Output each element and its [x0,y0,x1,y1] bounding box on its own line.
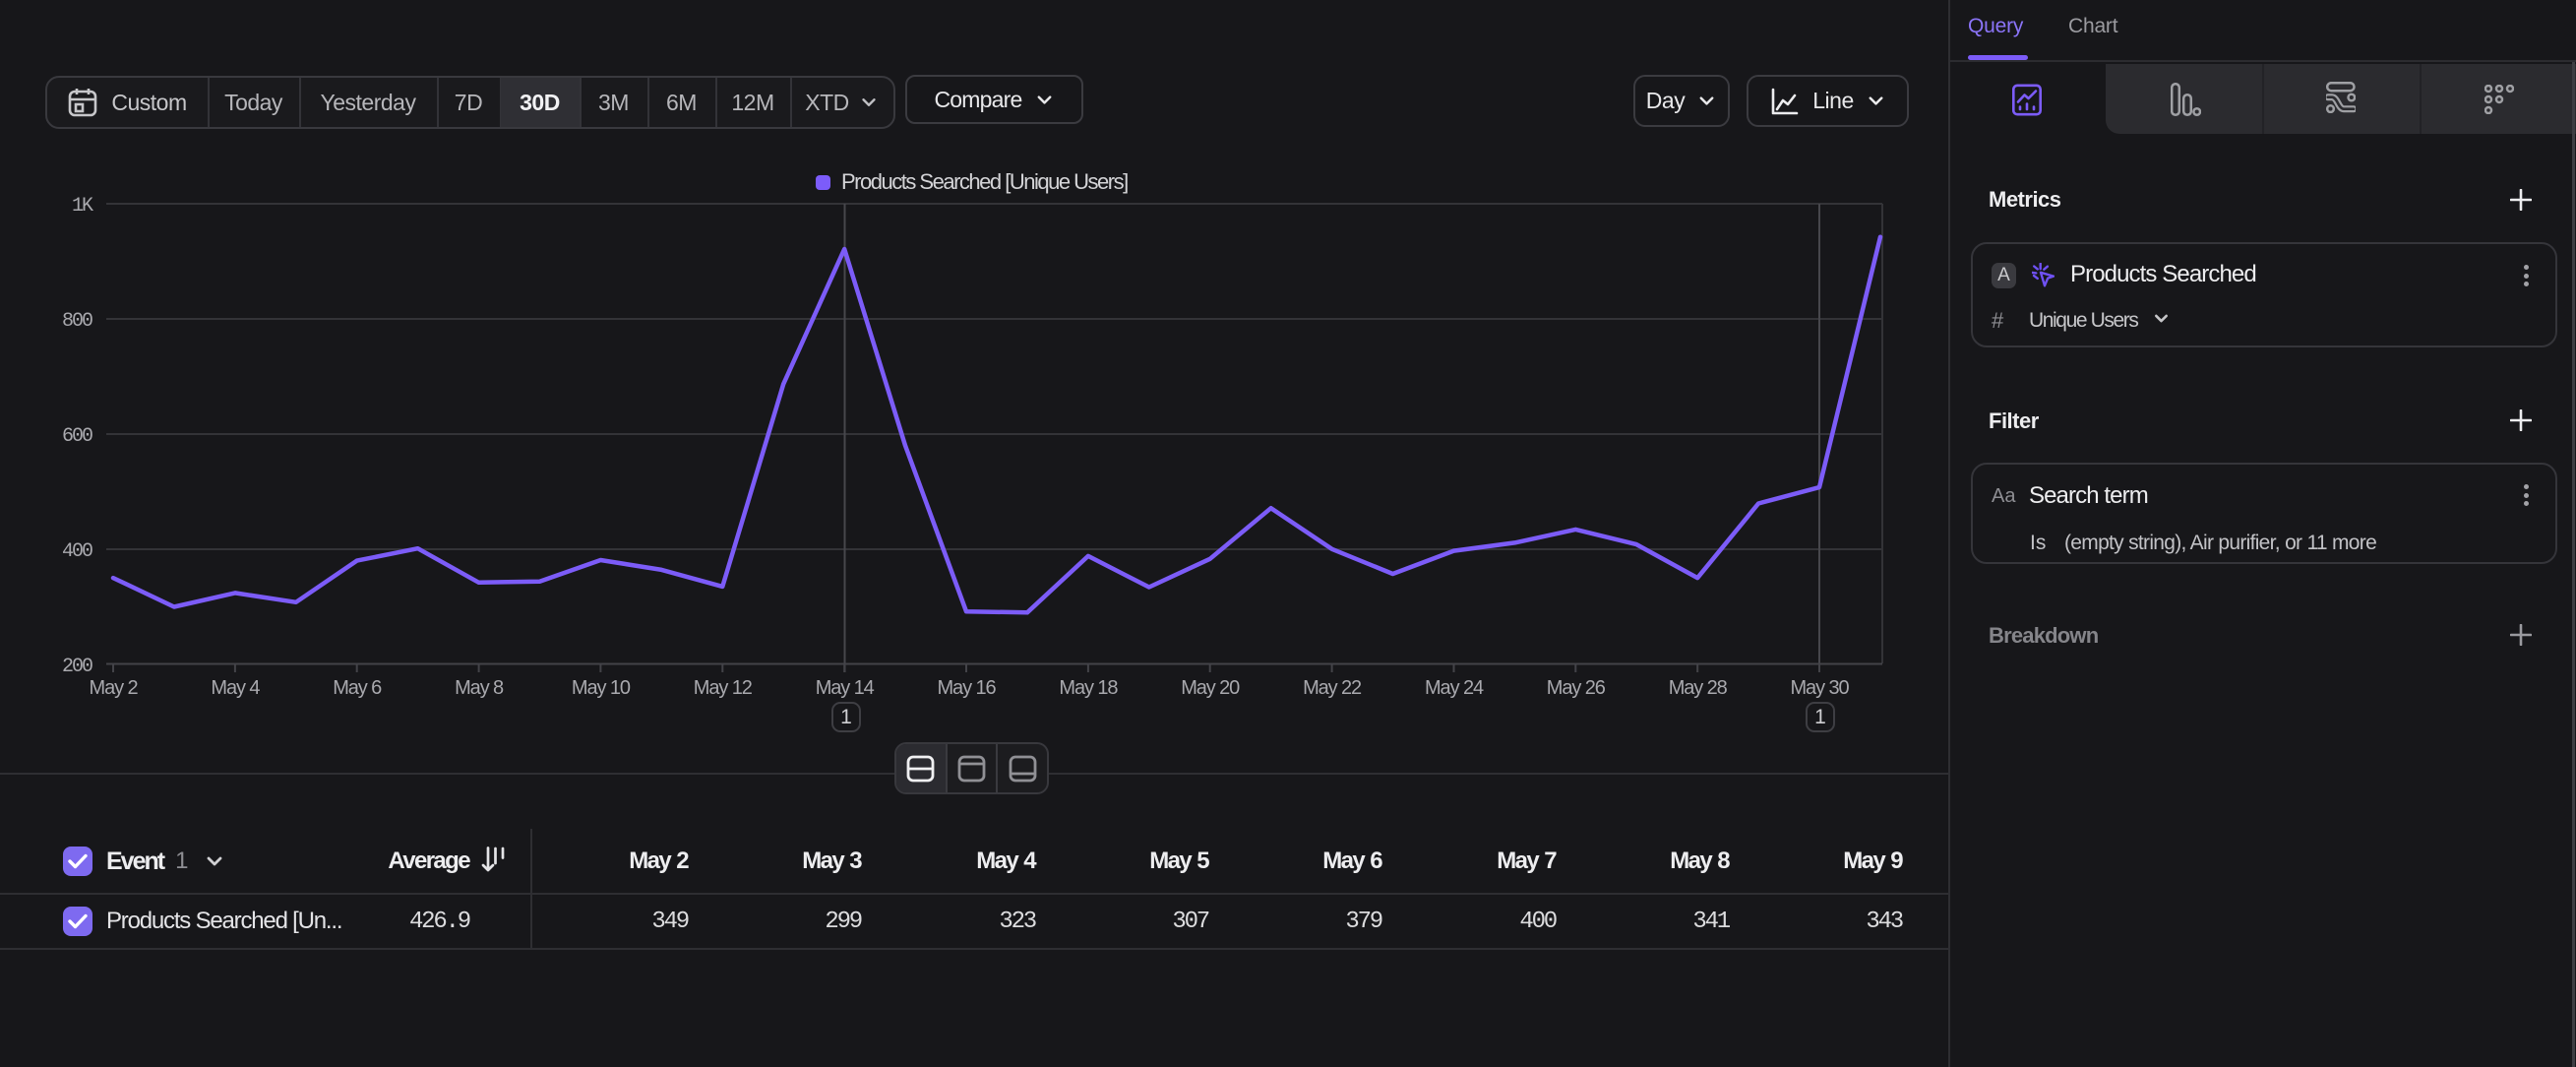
svg-text:May 28: May 28 [1669,677,1728,699]
svg-text:May 20: May 20 [1181,677,1240,699]
svg-text:May 26: May 26 [1547,677,1606,699]
svg-text:May 30: May 30 [1791,677,1850,699]
svg-text:May 14: May 14 [816,677,875,699]
svg-text:800: 800 [62,310,92,333]
svg-text:1K: 1K [72,195,93,218]
svg-text:600: 600 [62,425,92,448]
svg-text:May 24: May 24 [1425,677,1484,699]
svg-text:May 4: May 4 [211,677,260,699]
svg-text:May 12: May 12 [694,677,753,699]
svg-text:May 6: May 6 [333,677,382,699]
svg-text:May 18: May 18 [1059,677,1118,699]
svg-text:May 2: May 2 [90,677,139,699]
svg-text:May 22: May 22 [1303,677,1362,699]
svg-text:400: 400 [62,540,92,563]
svg-text:May 10: May 10 [572,677,631,699]
svg-text:200: 200 [62,656,92,678]
svg-text:May 8: May 8 [455,677,504,699]
svg-text:May 16: May 16 [938,677,997,699]
